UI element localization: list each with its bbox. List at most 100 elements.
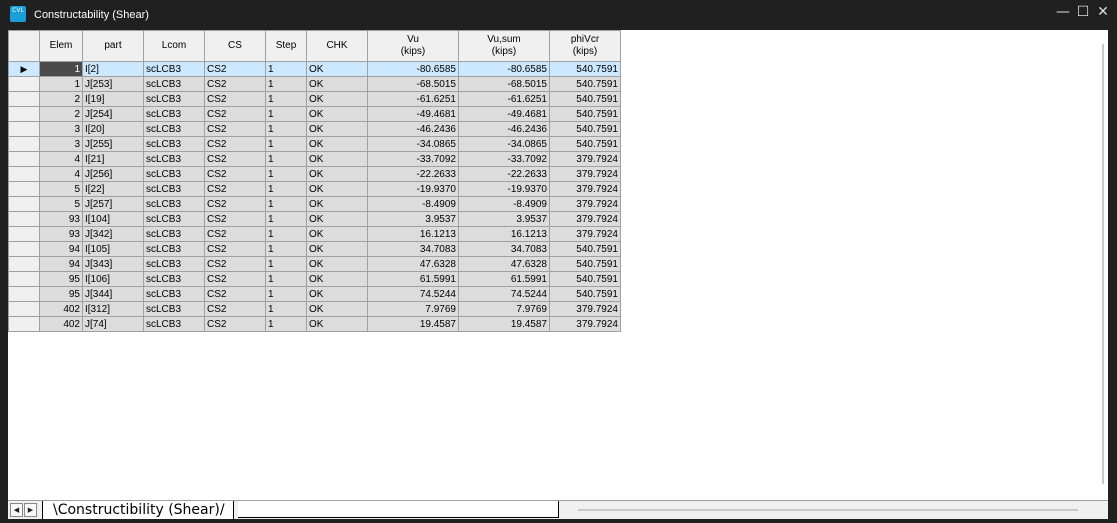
cell-chk[interactable]: OK <box>306 121 368 137</box>
cell-part[interactable]: J[254] <box>82 106 144 122</box>
cell-lcom[interactable]: scLCB3 <box>143 286 205 302</box>
cell-vusum[interactable]: -68.5015 <box>458 76 550 92</box>
minimize-button[interactable]: — <box>1053 3 1073 23</box>
row-header[interactable] <box>8 256 40 272</box>
cell-cs[interactable]: CS2 <box>204 106 266 122</box>
table-row[interactable]: 95 I[106] scLCB3 CS2 1 OK 61.5991 61.5991 540.75… <box>8 271 621 287</box>
cell-elem[interactable]: 93 <box>39 226 83 242</box>
cell-elem[interactable]: 5 <box>39 196 83 212</box>
cell-phivcr[interactable]: 379.7924 <box>549 301 621 317</box>
cell-lcom[interactable]: scLCB3 <box>143 61 205 77</box>
table-row[interactable]: 94 I[105] scLCB3 CS2 1 OK 34.7083 34.7083 540.75… <box>8 241 621 257</box>
cell-part[interactable]: I[105] <box>82 241 144 257</box>
cell-step[interactable]: 1 <box>265 136 307 152</box>
cell-vu[interactable]: -8.4909 <box>367 196 459 212</box>
cell-part[interactable]: I[19] <box>82 91 144 107</box>
cell-part[interactable]: J[74] <box>82 316 144 332</box>
cell-step[interactable]: 1 <box>265 301 307 317</box>
cell-phivcr[interactable]: 540.7591 <box>549 91 621 107</box>
cell-cs[interactable]: CS2 <box>204 76 266 92</box>
row-header[interactable] <box>8 301 40 317</box>
cell-elem[interactable]: 3 <box>39 121 83 137</box>
row-header[interactable] <box>8 316 40 332</box>
cell-elem[interactable]: 4 <box>39 166 83 182</box>
cell-lcom[interactable]: scLCB3 <box>143 76 205 92</box>
cell-lcom[interactable]: scLCB3 <box>143 226 205 242</box>
table-row[interactable]: 5 J[257] scLCB3 CS2 1 OK -8.4909 -8.4909 379.792… <box>8 196 621 212</box>
cell-vusum[interactable]: 7.9769 <box>458 301 550 317</box>
cell-vu[interactable]: -49.4681 <box>367 106 459 122</box>
row-header[interactable] <box>8 136 40 152</box>
cell-vu[interactable]: 61.5991 <box>367 271 459 287</box>
cell-step[interactable]: 1 <box>265 61 307 77</box>
column-header-phivcr[interactable]: phiVcr (kips) <box>549 30 621 62</box>
table-row[interactable]: 93 J[342] scLCB3 CS2 1 OK 16.1213 16.1213 379.79… <box>8 226 621 242</box>
cell-chk[interactable]: OK <box>306 226 368 242</box>
cell-step[interactable]: 1 <box>265 91 307 107</box>
cell-lcom[interactable]: scLCB3 <box>143 91 205 107</box>
cell-vusum[interactable]: 3.9537 <box>458 211 550 227</box>
cell-phivcr[interactable]: 379.7924 <box>549 316 621 332</box>
cell-vusum[interactable]: -33.7092 <box>458 151 550 167</box>
cell-cs[interactable]: CS2 <box>204 91 266 107</box>
table-row[interactable]: 93 I[104] scLCB3 CS2 1 OK 3.9537 3.9537 379.7924 <box>8 211 621 227</box>
cell-part[interactable]: J[255] <box>82 136 144 152</box>
cell-step[interactable]: 1 <box>265 76 307 92</box>
cell-phivcr[interactable]: 379.7924 <box>549 211 621 227</box>
cell-elem[interactable]: 1 <box>39 61 83 77</box>
cell-part[interactable]: J[253] <box>82 76 144 92</box>
cell-cs[interactable]: CS2 <box>204 301 266 317</box>
cell-vusum[interactable]: 61.5991 <box>458 271 550 287</box>
table-row[interactable]: 3 J[255] scLCB3 CS2 1 OK -34.0865 -34.0865 540.7… <box>8 136 621 152</box>
cell-elem[interactable]: 93 <box>39 211 83 227</box>
row-header[interactable] <box>8 211 40 227</box>
table-row[interactable]: ▶ 1 I[2] scLCB3 CS2 1 OK -80.6585 -80.6585 540.75… <box>8 61 621 77</box>
cell-lcom[interactable]: scLCB3 <box>143 181 205 197</box>
column-header-chk[interactable]: CHK <box>306 30 368 62</box>
cell-chk[interactable]: OK <box>306 166 368 182</box>
cell-vusum[interactable]: -61.6251 <box>458 91 550 107</box>
cell-chk[interactable]: OK <box>306 316 368 332</box>
cell-phivcr[interactable]: 540.7591 <box>549 241 621 257</box>
cell-vu[interactable]: -46.2436 <box>367 121 459 137</box>
cell-phivcr[interactable]: 540.7591 <box>549 121 621 137</box>
cell-chk[interactable]: OK <box>306 286 368 302</box>
row-header[interactable] <box>8 226 40 242</box>
cell-lcom[interactable]: scLCB3 <box>143 316 205 332</box>
row-header[interactable] <box>8 166 40 182</box>
cell-cs[interactable]: CS2 <box>204 151 266 167</box>
cell-vusum[interactable]: 47.6328 <box>458 256 550 272</box>
cell-vu[interactable]: 47.6328 <box>367 256 459 272</box>
cell-elem[interactable]: 94 <box>39 241 83 257</box>
cell-step[interactable]: 1 <box>265 196 307 212</box>
cell-vu[interactable]: 3.9537 <box>367 211 459 227</box>
cell-phivcr[interactable]: 379.7924 <box>549 181 621 197</box>
cell-step[interactable]: 1 <box>265 316 307 332</box>
cell-vu[interactable]: 34.7083 <box>367 241 459 257</box>
cell-vu[interactable]: -68.5015 <box>367 76 459 92</box>
cell-step[interactable]: 1 <box>265 121 307 137</box>
tab-next-arrow-icon[interactable]: ▶ <box>24 503 37 517</box>
cell-cs[interactable]: CS2 <box>204 211 266 227</box>
row-header[interactable] <box>8 106 40 122</box>
cell-step[interactable]: 1 <box>265 181 307 197</box>
cell-phivcr[interactable]: 540.7591 <box>549 76 621 92</box>
cell-cs[interactable]: CS2 <box>204 181 266 197</box>
cell-vusum[interactable]: -80.6585 <box>458 61 550 77</box>
cell-lcom[interactable]: scLCB3 <box>143 241 205 257</box>
cell-cs[interactable]: CS2 <box>204 286 266 302</box>
tab-prev-arrow-icon[interactable]: ◀ <box>10 503 23 517</box>
maximize-button[interactable]: ☐ <box>1073 3 1093 23</box>
row-header[interactable] <box>8 76 40 92</box>
cell-cs[interactable]: CS2 <box>204 316 266 332</box>
column-header-vu[interactable]: Vu (kips) <box>367 30 459 62</box>
cell-lcom[interactable]: scLCB3 <box>143 136 205 152</box>
cell-chk[interactable]: OK <box>306 271 368 287</box>
cell-chk[interactable]: OK <box>306 91 368 107</box>
cell-lcom[interactable]: scLCB3 <box>143 211 205 227</box>
cell-elem[interactable]: 1 <box>39 76 83 92</box>
cell-vusum[interactable]: -22.2633 <box>458 166 550 182</box>
cell-vu[interactable]: 7.9769 <box>367 301 459 317</box>
cell-vu[interactable]: 74.5244 <box>367 286 459 302</box>
cell-cs[interactable]: CS2 <box>204 136 266 152</box>
